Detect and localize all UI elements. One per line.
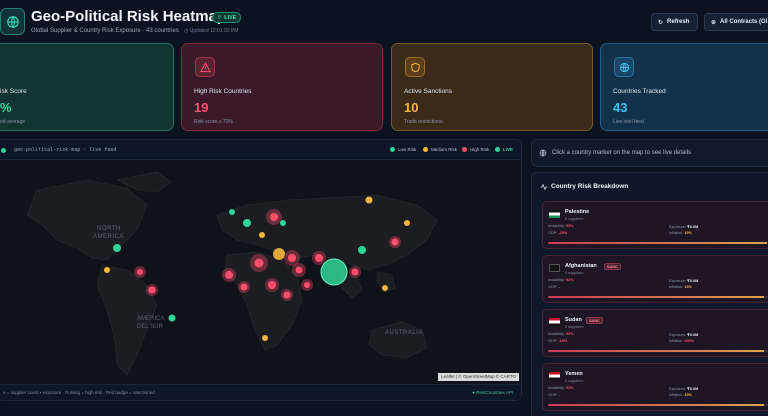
risk-bar	[548, 404, 768, 406]
svg-text:AMERICA: AMERICA	[93, 234, 124, 240]
flag-icon	[549, 210, 560, 218]
header: Geo-Political Risk Heatmap ⌔ LIVE Global…	[0, 0, 768, 42]
live-badge: ⌔ LIVE	[212, 12, 242, 23]
marker-medium-risk[interactable]	[382, 285, 388, 291]
marker-high-risk[interactable]	[268, 281, 276, 289]
flag-icon	[549, 318, 560, 326]
country-card-afghanistan[interactable]: Afghanistan SANC 0 suppliers Instability…	[542, 255, 768, 303]
globe-icon	[614, 57, 634, 77]
marker-low-risk[interactable]	[243, 219, 251, 227]
risk-score-card: isk Score % ed average	[0, 43, 174, 131]
map-label-australia: AUSTRALIA	[385, 330, 423, 336]
legend-medium: Medium Risk	[423, 147, 457, 152]
marker-medium-risk[interactable]	[365, 196, 373, 204]
warning-icon	[195, 57, 215, 77]
countries-tracked-card: Countries Tracked 43 Live intel feed	[600, 43, 768, 131]
marker-medium-risk[interactable]	[404, 220, 410, 226]
marker-high-risk[interactable]	[283, 291, 291, 299]
risk-bar-fill	[548, 242, 767, 244]
refresh-icon: ↻	[658, 19, 664, 26]
map-toolbar: geo-political-risk-map · live feed Low R…	[0, 140, 521, 160]
map-label-north-america: NORTH	[97, 226, 121, 232]
risk-bar-fill	[548, 350, 765, 352]
risk-bar	[548, 296, 768, 298]
updated-timestamp: ◷ Updated 12:01:03 PM	[184, 28, 239, 34]
marker-high-risk[interactable]	[148, 286, 156, 294]
map-footer: e = supplier count • exposure · Pulsing …	[0, 384, 521, 400]
map-attribution[interactable]: Leaflet | © OpenStreetMap © CARTO	[438, 373, 519, 381]
marker-low-risk[interactable]	[113, 244, 121, 252]
sanctioned-badge: SANC	[586, 317, 603, 324]
shield-icon	[405, 57, 425, 77]
risk-bar	[548, 242, 768, 244]
risk-map-panel: geo-political-risk-map · live feed Low R…	[0, 139, 522, 401]
marker-high-risk[interactable]	[254, 258, 264, 268]
contracts-filter-button[interactable]: ⊕ All Contracts (Gl	[704, 13, 768, 31]
legend-high: High Risk	[462, 147, 489, 152]
marker-low-risk[interactable]	[229, 209, 235, 215]
country-card-palestine[interactable]: Palestine 0 suppliers Instability: 93% G…	[542, 201, 768, 249]
legend-live: LIVE	[495, 147, 513, 152]
marker-high-risk[interactable]	[391, 238, 399, 246]
globe-logo-icon	[0, 8, 25, 35]
risk-bar	[548, 350, 768, 352]
flag-icon	[549, 372, 560, 380]
activity-icon	[540, 183, 548, 191]
marker-high-risk[interactable]	[351, 268, 359, 276]
marker-medium-risk[interactable]	[104, 267, 110, 273]
wifi-icon: ⌔	[217, 15, 223, 21]
country-card-yemen[interactable]: Yemen 0 suppliers Instability: 92% GDP: …	[542, 363, 768, 411]
legend-low: Low Risk	[390, 147, 416, 152]
status-dot	[1, 148, 6, 153]
marker-medium-risk[interactable]	[259, 232, 265, 238]
data-source: ● RestCountries API	[472, 390, 513, 395]
svg-text:DEL SUR: DEL SUR	[137, 324, 163, 330]
risk-bar-fill	[548, 296, 765, 298]
panel-title: Country Risk Breakdown	[551, 183, 629, 190]
marker-high-risk[interactable]	[315, 254, 323, 262]
map-click-hint: Click a country marker on the map to see…	[531, 139, 768, 167]
marker-high-risk[interactable]	[240, 283, 248, 291]
country-risk-breakdown: Country Risk Breakdown Palestine 0 suppl…	[531, 172, 768, 416]
marker-low-risk[interactable]	[168, 314, 176, 322]
world-map-canvas[interactable]: NORTH AMERICA AMÉRICA DEL SUR AUSTRALIA	[0, 160, 522, 385]
map-file-name: geo-political-risk-map · live feed	[14, 147, 117, 153]
marker-low-risk[interactable]	[320, 258, 348, 286]
marker-high-risk[interactable]	[304, 282, 310, 288]
refresh-button[interactable]: ↻ Refresh	[651, 13, 698, 31]
country-card-sudan[interactable]: Sudan SANC 0 suppliers Instability: 92% …	[542, 309, 768, 357]
marker-medium-risk[interactable]	[262, 335, 268, 341]
marker-high-risk[interactable]	[295, 266, 303, 274]
marker-high-risk[interactable]	[270, 213, 278, 221]
globe-icon	[539, 149, 547, 157]
high-risk-countries-card: High Risk Countries 19 Risk score ≥ 70%	[181, 43, 383, 131]
flag-icon	[549, 264, 560, 272]
active-sanctions-card: Active Sanctions 10 Trade restrictions	[391, 43, 593, 131]
marker-medium-risk[interactable]	[273, 248, 285, 260]
world-map[interactable]: NORTH AMERICA AMÉRICA DEL SUR AUSTRALIA	[0, 160, 522, 385]
risk-bar-fill	[548, 404, 765, 406]
globe-icon: ⊕	[711, 19, 717, 26]
map-label-south-america: AMÉRICA	[137, 315, 164, 322]
marker-low-risk[interactable]	[358, 246, 366, 254]
sanctioned-badge: SANC	[604, 263, 621, 270]
page-title: Geo-Political Risk Heatmap	[31, 8, 227, 25]
page-subtitle: Global Supplier & Country Risk Exposure …	[31, 28, 179, 34]
map-legend-hint: e = supplier count • exposure · Pulsing …	[3, 390, 155, 395]
marker-high-risk[interactable]	[225, 271, 233, 279]
marker-high-risk[interactable]	[288, 254, 296, 262]
marker-high-risk[interactable]	[137, 269, 143, 275]
